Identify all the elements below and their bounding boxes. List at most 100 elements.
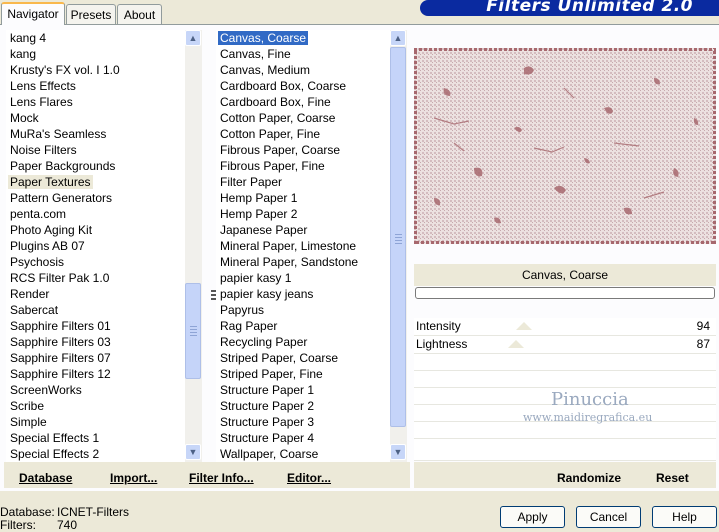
- filter-item[interactable]: papier kasy jeans: [216, 286, 390, 302]
- category-item-label: Pattern Generators: [10, 191, 113, 205]
- category-item[interactable]: MuRa's Seamless: [6, 126, 186, 142]
- category-item[interactable]: Pattern Generators: [6, 190, 186, 206]
- category-item[interactable]: Plugins AB 07: [6, 238, 186, 254]
- category-item-label: Sapphire Filters 01: [10, 319, 111, 333]
- filter-item[interactable]: Striped Paper, Coarse: [216, 350, 390, 366]
- slider-handle[interactable]: [516, 322, 532, 330]
- category-item[interactable]: Render: [6, 286, 186, 302]
- category-item[interactable]: Mock: [6, 110, 186, 126]
- category-item-label: Sapphire Filters 12: [10, 367, 111, 381]
- filter-item[interactable]: Structure Paper 3: [216, 414, 390, 430]
- category-item[interactable]: Sabercat: [6, 302, 186, 318]
- filter-item[interactable]: Canvas, Medium: [216, 62, 390, 78]
- category-item[interactable]: Noise Filters: [6, 142, 186, 158]
- filter-item[interactable]: Canvas, Fine: [216, 46, 390, 62]
- filter-item-label: Canvas, Coarse: [218, 31, 309, 45]
- filter-item[interactable]: Striped Paper, Fine: [216, 366, 390, 382]
- filter-item[interactable]: Mineral Paper, Limestone: [216, 238, 390, 254]
- tab-about[interactable]: About: [117, 4, 162, 24]
- button-label: Editor...: [287, 471, 332, 485]
- category-item-label: Lens Flares: [10, 95, 73, 109]
- category-item[interactable]: kang: [6, 46, 186, 62]
- category-item[interactable]: kang 4: [6, 30, 186, 46]
- filter-item[interactable]: Canvas, Coarse: [216, 30, 390, 46]
- filter-info-button[interactable]: Filter Info...: [189, 471, 254, 485]
- tab-label: Navigator: [7, 7, 59, 21]
- filter-item-label: papier kasy jeans: [220, 287, 314, 301]
- status-database-label: Database:: [0, 505, 55, 519]
- category-item[interactable]: Psychosis: [6, 254, 186, 270]
- watermark-title: Pinuccia: [551, 389, 629, 410]
- category-item[interactable]: Sapphire Filters 07: [6, 350, 186, 366]
- import-button[interactable]: Import...: [110, 471, 157, 485]
- category-item-label: MuRa's Seamless: [10, 127, 107, 141]
- filter-item-label: Mineral Paper, Sandstone: [220, 255, 359, 269]
- category-item[interactable]: Simple: [6, 414, 186, 430]
- filter-item[interactable]: Japanese Paper: [216, 222, 390, 238]
- filter-item[interactable]: Cardboard Box, Coarse: [216, 78, 390, 94]
- editor-button[interactable]: Editor...: [287, 471, 331, 485]
- help-button[interactable]: Help: [652, 506, 717, 528]
- filter-item[interactable]: Cotton Paper, Fine: [216, 126, 390, 142]
- database-button[interactable]: Database: [19, 471, 72, 485]
- category-item[interactable]: Sapphire Filters 03: [6, 334, 186, 350]
- filter-item[interactable]: Wallpaper, Coarse: [216, 446, 390, 462]
- randomize-button[interactable]: Randomize: [557, 471, 621, 485]
- filter-item[interactable]: papier kasy 1: [216, 270, 390, 286]
- filter-scrollbar[interactable]: ▲ ▼: [390, 30, 407, 462]
- scroll-down-button[interactable]: ▼: [390, 444, 406, 460]
- category-item[interactable]: Sapphire Filters 12: [6, 366, 186, 382]
- slider-intensity[interactable]: Intensity 94: [414, 318, 716, 336]
- category-list[interactable]: kang 4 kang Krusty's FX vol. I 1.0 Lens Eff…: [6, 30, 186, 462]
- filter-item[interactable]: Cotton Paper, Coarse: [216, 110, 390, 126]
- slider-lightness[interactable]: Lightness 87: [414, 336, 716, 354]
- category-item-label: Render: [10, 287, 50, 301]
- tab-navigator[interactable]: Navigator: [1, 2, 65, 25]
- category-item[interactable]: ScreenWorks: [6, 382, 186, 398]
- filter-item-label: Filter Paper: [220, 175, 283, 189]
- filter-item-label: Papyrus: [220, 303, 265, 317]
- filter-item-label: Cardboard Box, Fine: [220, 95, 331, 109]
- filter-item-label: Structure Paper 1: [220, 383, 315, 397]
- button-label: Cancel: [589, 510, 628, 524]
- slider-value: 87: [696, 337, 710, 351]
- category-item[interactable]: Scribe: [6, 398, 186, 414]
- filter-item[interactable]: Structure Paper 1: [216, 382, 390, 398]
- category-item[interactable]: RCS Filter Pak 1.0: [6, 270, 186, 286]
- filter-item[interactable]: Cardboard Box, Fine: [216, 94, 390, 110]
- slider-handle[interactable]: [508, 340, 524, 348]
- filter-item[interactable]: Structure Paper 2: [216, 398, 390, 414]
- category-item[interactable]: Special Effects 1: [6, 430, 186, 446]
- filter-item[interactable]: Mineral Paper, Sandstone: [216, 254, 390, 270]
- category-item[interactable]: Paper Textures: [6, 174, 186, 190]
- reset-button[interactable]: Reset: [656, 471, 689, 485]
- filter-item[interactable]: Rag Paper: [216, 318, 390, 334]
- filter-item[interactable]: Structure Paper 4: [216, 430, 390, 446]
- filter-list[interactable]: Canvas, Coarse Canvas, Fine Canvas, Medium…: [216, 30, 390, 462]
- filter-item[interactable]: Recycling Paper: [216, 334, 390, 350]
- scroll-up-button[interactable]: ▲: [390, 30, 406, 46]
- cancel-button[interactable]: Cancel: [576, 506, 641, 528]
- category-item[interactable]: Sapphire Filters 01: [6, 318, 186, 334]
- category-scrollbar[interactable]: ▲ ▼: [185, 30, 202, 462]
- scroll-down-button[interactable]: ▼: [185, 444, 201, 460]
- filter-item[interactable]: Fibrous Paper, Coarse: [216, 142, 390, 158]
- filter-item[interactable]: Hemp Paper 2: [216, 206, 390, 222]
- category-item[interactable]: Lens Flares: [6, 94, 186, 110]
- filter-item[interactable]: Hemp Paper 1: [216, 190, 390, 206]
- category-item[interactable]: penta.com: [6, 206, 186, 222]
- scroll-thumb[interactable]: [185, 283, 201, 379]
- filter-item[interactable]: Fibrous Paper, Fine: [216, 158, 390, 174]
- filter-item[interactable]: Papyrus: [216, 302, 390, 318]
- category-item[interactable]: Special Effects 2: [6, 446, 186, 462]
- category-item-label: Plugins AB 07: [10, 239, 85, 253]
- category-item[interactable]: Paper Backgrounds: [6, 158, 186, 174]
- scroll-up-button[interactable]: ▲: [185, 30, 201, 46]
- category-item[interactable]: Lens Effects: [6, 78, 186, 94]
- tab-presets[interactable]: Presets: [66, 4, 116, 24]
- scroll-thumb[interactable]: [390, 47, 406, 427]
- category-item[interactable]: Photo Aging Kit: [6, 222, 186, 238]
- filter-item[interactable]: Filter Paper: [216, 174, 390, 190]
- category-item[interactable]: Krusty's FX vol. I 1.0: [6, 62, 186, 78]
- apply-button[interactable]: Apply: [500, 506, 565, 528]
